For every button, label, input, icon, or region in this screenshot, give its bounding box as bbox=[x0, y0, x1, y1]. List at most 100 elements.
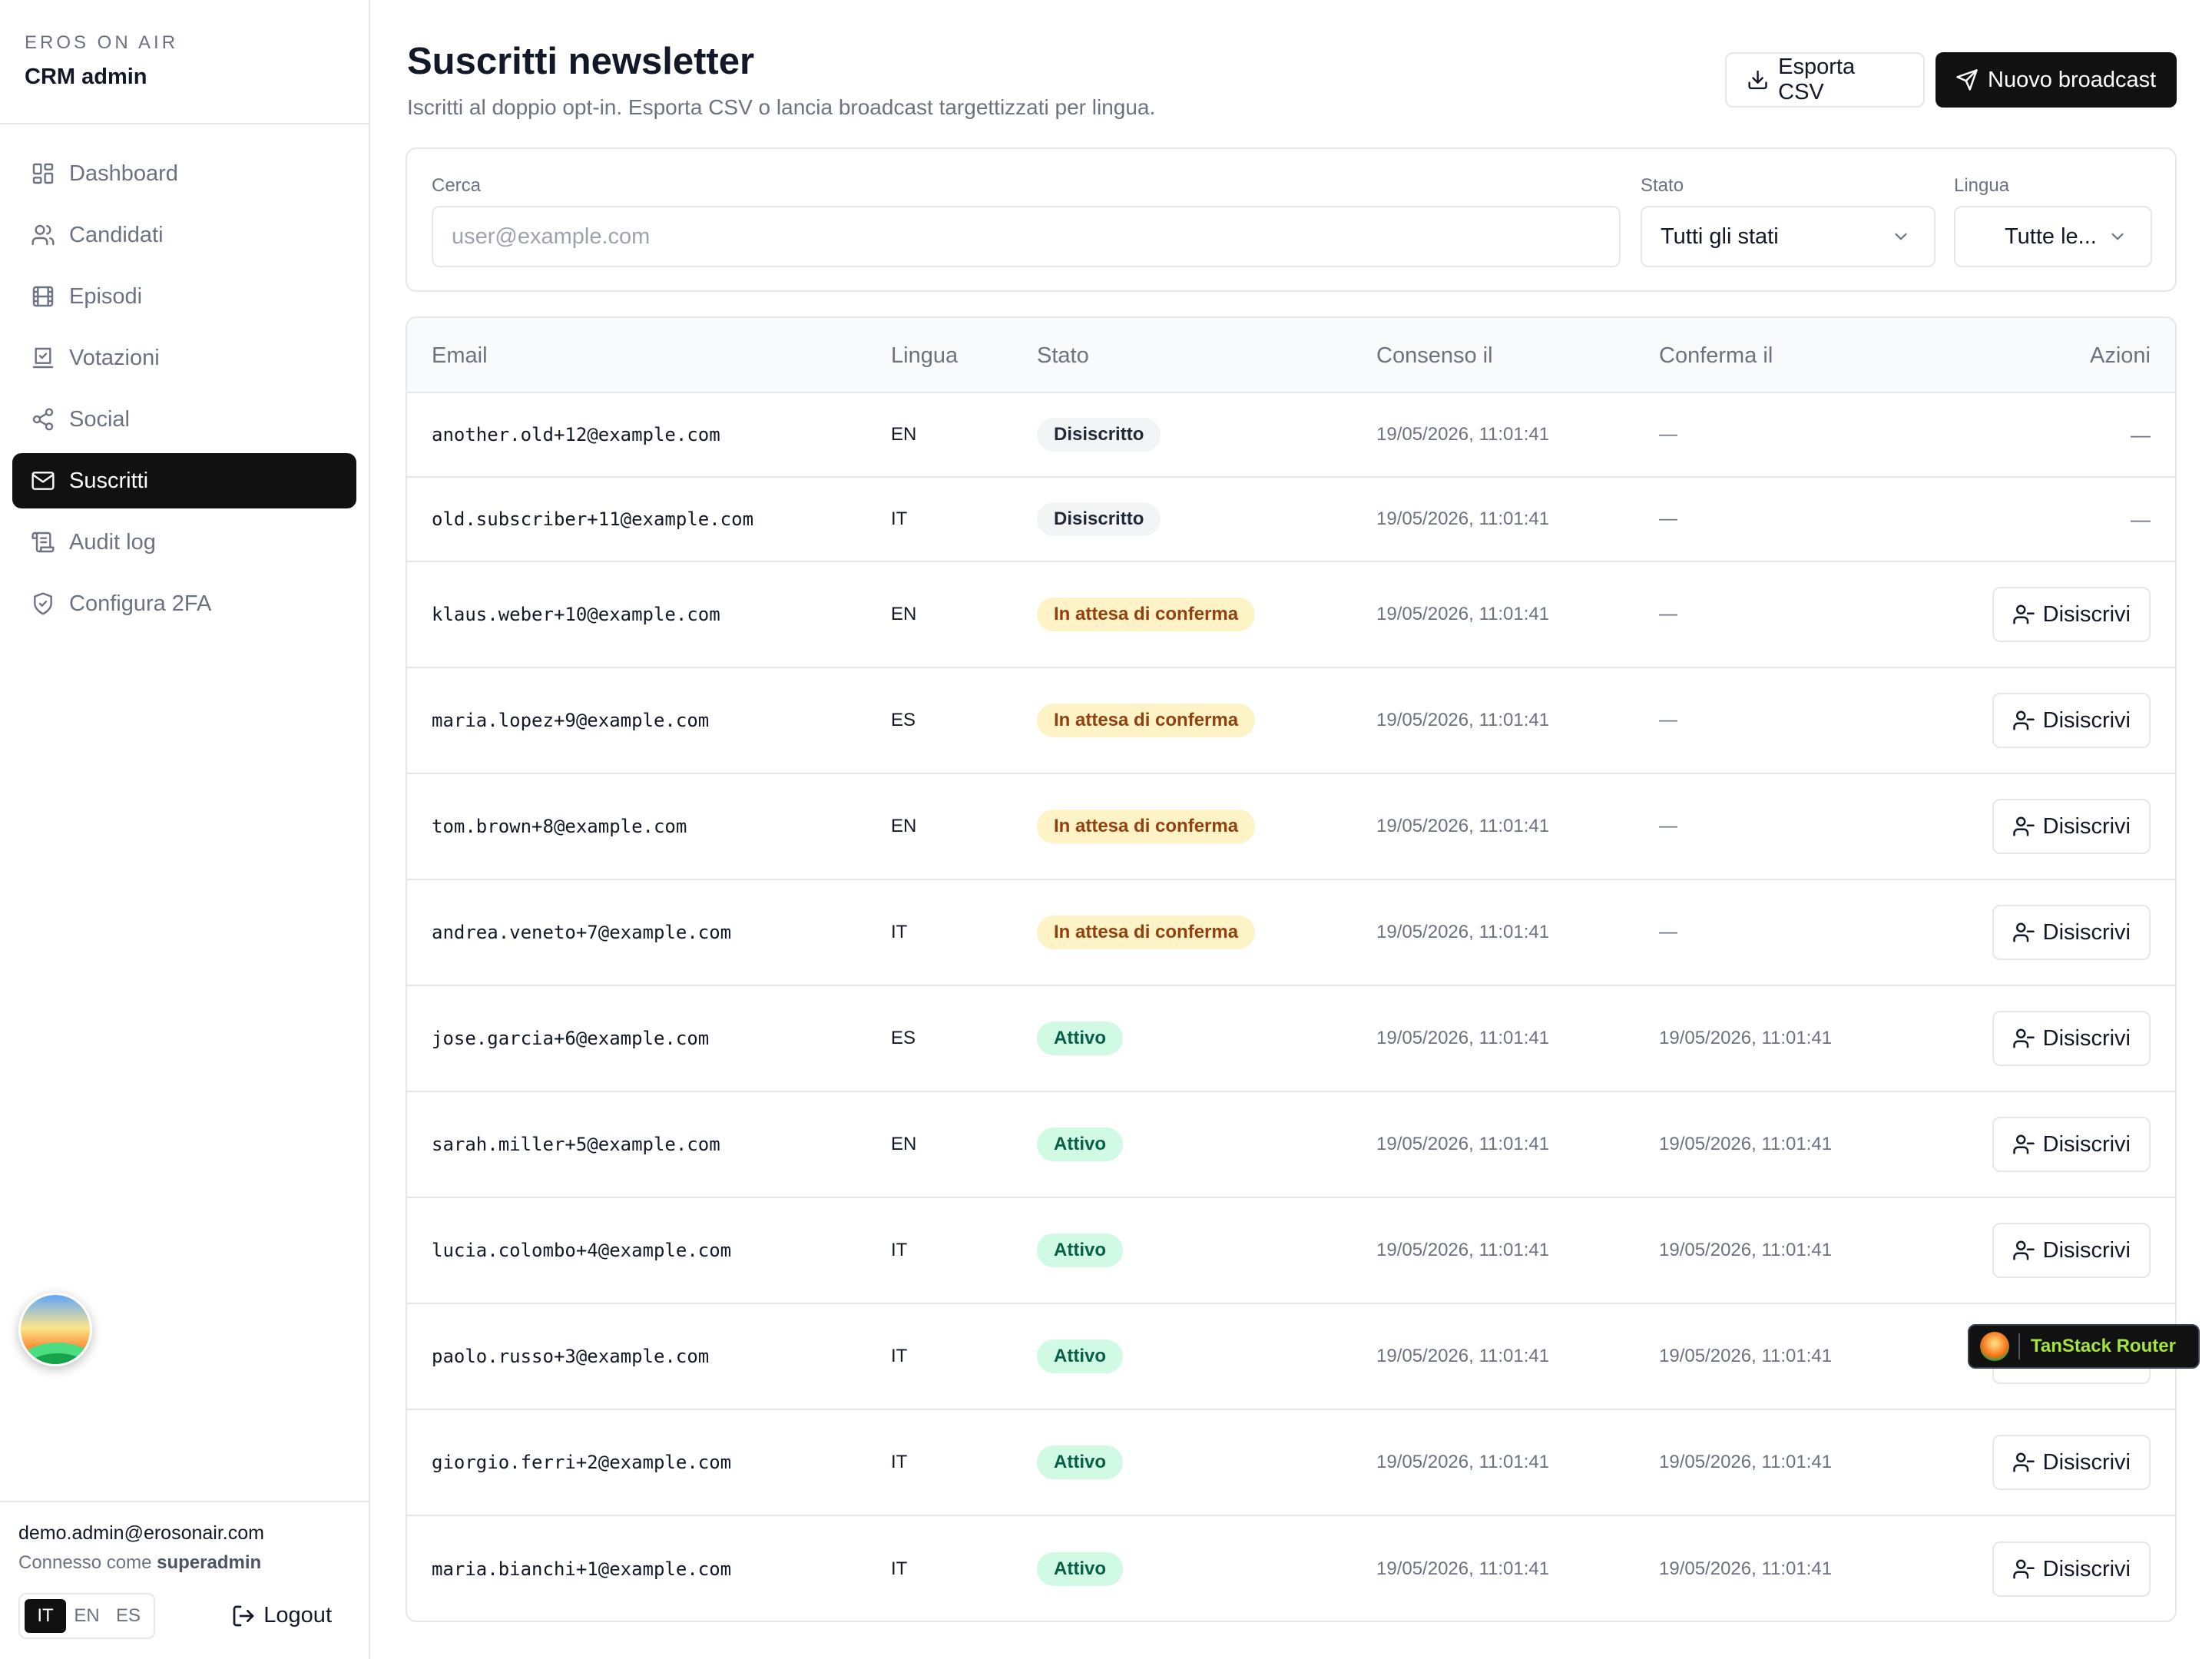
confirm-date-cell: — bbox=[1659, 604, 1677, 624]
logout-label: Logout bbox=[263, 1603, 332, 1628]
chevron-down-icon bbox=[2111, 233, 2124, 240]
unsubscribe-button[interactable]: Disiscrivi bbox=[1992, 1435, 2151, 1490]
user-minus-icon bbox=[2012, 922, 2035, 942]
status-cell: Attivo bbox=[1037, 1198, 1123, 1303]
header-stato: Stato bbox=[1037, 343, 1089, 368]
subscribers-table: Email Lingua Stato Consenso il Conferma … bbox=[406, 316, 2177, 1622]
language-option-en[interactable]: EN bbox=[66, 1599, 108, 1633]
table-row: maria.bianchi+1@example.com IT Attivo 19/05… bbox=[407, 1516, 2175, 1621]
unsubscribe-button[interactable]: Disiscrivi bbox=[1992, 1223, 2151, 1278]
unsubscribe-button[interactable]: Disiscrivi bbox=[1992, 1117, 2151, 1172]
confirm-date-cell: 19/05/2026, 11:01:41 bbox=[1659, 1452, 1833, 1472]
status-badge: Attivo bbox=[1037, 1445, 1123, 1479]
table-row: lucia.colombo+4@example.com IT Attivo 19/05… bbox=[407, 1198, 2175, 1304]
status-badge: Attivo bbox=[1037, 1022, 1123, 1055]
export-csv-button[interactable]: Esporta CSV bbox=[1725, 52, 1925, 108]
confirm-date-cell: — bbox=[1659, 710, 1677, 730]
user-role-value: superadmin bbox=[157, 1552, 262, 1573]
status-badge: Attivo bbox=[1037, 1128, 1123, 1161]
email-cell: maria.bianchi+1@example.com bbox=[432, 1558, 732, 1580]
lingua-select[interactable]: Tutte le... bbox=[1954, 206, 2152, 267]
unsubscribe-button[interactable]: Disiscrivi bbox=[1992, 693, 2151, 748]
sidebar-item-label: Votazioni bbox=[69, 345, 160, 370]
export-csv-label: Esporta CSV bbox=[1778, 55, 1856, 104]
avatar[interactable] bbox=[18, 1293, 92, 1366]
brand-subtitle: CRM admin bbox=[25, 65, 147, 89]
lingua-label: Lingua bbox=[1954, 175, 2010, 196]
actions-cell: — bbox=[2131, 393, 2151, 476]
sidebar-item-social[interactable]: Social bbox=[12, 392, 356, 447]
divider bbox=[2018, 1333, 2020, 1359]
unsubscribe-label: Disiscrivi bbox=[2042, 1131, 2131, 1157]
table-row: tom.brown+8@example.com EN In attesa di co… bbox=[407, 774, 2175, 880]
unsubscribe-label: Disiscrivi bbox=[2042, 1237, 2131, 1263]
confirm-date-cell: — bbox=[1659, 508, 1677, 529]
user-email: demo.admin@erosonair.com bbox=[18, 1522, 264, 1544]
actions-cell: Disiscrivi bbox=[1992, 774, 2151, 879]
unsubscribe-button[interactable]: Disiscrivi bbox=[1992, 799, 2151, 854]
tanstack-devtools-button[interactable]: TanStack Router bbox=[1968, 1324, 2200, 1369]
sidebar-item-label: Episodi bbox=[69, 283, 143, 309]
send-icon bbox=[1956, 69, 1978, 91]
sidebar-item-audit-log[interactable]: Audit log bbox=[12, 515, 356, 570]
sidebar-item-dashboard[interactable]: Dashboard bbox=[12, 146, 356, 201]
unsubscribe-button[interactable]: Disiscrivi bbox=[1992, 1541, 2151, 1597]
table-row: jose.garcia+6@example.com ES Attivo 19/05/2… bbox=[407, 986, 2175, 1092]
actions-cell: Disiscrivi bbox=[1992, 880, 2151, 985]
header-conferma: Conferma il bbox=[1659, 343, 1773, 368]
sidebar: EROS ON AIR CRM admin Dashboard Candidati… bbox=[0, 0, 370, 1659]
email-cell: another.old+12@example.com bbox=[432, 424, 720, 445]
status-badge: Disiscritto bbox=[1037, 418, 1161, 452]
actions-cell: Disiscrivi bbox=[1992, 1092, 2151, 1197]
sidebar-item-votazioni[interactable]: Votazioni bbox=[12, 330, 356, 386]
table-row: sarah.miller+5@example.com EN Attivo 19/05/… bbox=[407, 1092, 2175, 1198]
unsubscribe-button[interactable]: Disiscrivi bbox=[1992, 1011, 2151, 1066]
confirm-date-cell: — bbox=[1659, 424, 1677, 445]
unsubscribe-button[interactable]: Disiscrivi bbox=[1992, 587, 2151, 642]
language-option-es[interactable]: ES bbox=[108, 1599, 149, 1633]
status-cell: Attivo bbox=[1037, 986, 1123, 1091]
vote-icon bbox=[32, 347, 54, 369]
consent-date-cell: 19/05/2026, 11:01:41 bbox=[1376, 1346, 1550, 1366]
sidebar-item-label: Audit log bbox=[69, 529, 156, 555]
language-cell: IT bbox=[891, 922, 908, 942]
lingua-value: Tutte le... bbox=[2005, 224, 2097, 249]
status-badge: Attivo bbox=[1037, 1552, 1123, 1586]
email-cell: paolo.russo+3@example.com bbox=[432, 1346, 710, 1367]
sidebar-item-label: Candidati bbox=[69, 222, 164, 247]
sidebar-item-label: Dashboard bbox=[69, 161, 178, 186]
unsubscribe-label: Disiscrivi bbox=[2042, 1025, 2131, 1051]
unsubscribe-button[interactable]: Disiscrivi bbox=[1992, 905, 2151, 960]
new-broadcast-button[interactable]: Nuovo broadcast bbox=[1936, 52, 2177, 108]
tanstack-logo-icon bbox=[1980, 1332, 2009, 1361]
unsubscribe-label: Disiscrivi bbox=[2042, 601, 2131, 627]
language-cell: EN bbox=[891, 816, 917, 836]
confirm-date-cell: — bbox=[1659, 816, 1677, 836]
language-cell: EN bbox=[891, 604, 917, 624]
user-minus-icon bbox=[2012, 1240, 2035, 1260]
sidebar-item-suscritti[interactable]: Suscritti bbox=[12, 453, 356, 508]
status-cell: Attivo bbox=[1037, 1304, 1123, 1409]
sidebar-item-episodi[interactable]: Episodi bbox=[12, 269, 356, 324]
logout-button[interactable]: Logout bbox=[231, 1603, 332, 1628]
unsubscribe-label: Disiscrivi bbox=[2042, 707, 2131, 733]
sidebar-item-configura-2fa[interactable]: Configura 2FA bbox=[12, 576, 356, 631]
brand: EROS ON AIR CRM admin bbox=[0, 0, 369, 124]
stato-select[interactable]: Tutti gli stati bbox=[1641, 206, 1936, 267]
sidebar-item-candidati[interactable]: Candidati bbox=[12, 207, 356, 263]
language-cell: IT bbox=[891, 1452, 908, 1472]
user-minus-icon bbox=[2012, 1134, 2035, 1154]
user-minus-icon bbox=[2012, 1559, 2035, 1579]
search-input[interactable]: user@example.com bbox=[432, 206, 1621, 267]
language-cell: ES bbox=[891, 710, 916, 730]
unsubscribe-label: Disiscrivi bbox=[2042, 813, 2131, 839]
language-option-it[interactable]: IT bbox=[25, 1599, 66, 1633]
confirm-date-cell: 19/05/2026, 11:01:41 bbox=[1659, 1134, 1833, 1154]
status-badge: Attivo bbox=[1037, 1339, 1123, 1373]
email-cell: andrea.veneto+7@example.com bbox=[432, 922, 732, 943]
actions-cell: — bbox=[2131, 478, 2151, 561]
sidebar-item-label: Social bbox=[69, 406, 130, 432]
actions-cell: Disiscrivi bbox=[1992, 1516, 2151, 1621]
consent-date-cell: 19/05/2026, 11:01:41 bbox=[1376, 1240, 1550, 1260]
email-cell: sarah.miller+5@example.com bbox=[432, 1134, 720, 1155]
